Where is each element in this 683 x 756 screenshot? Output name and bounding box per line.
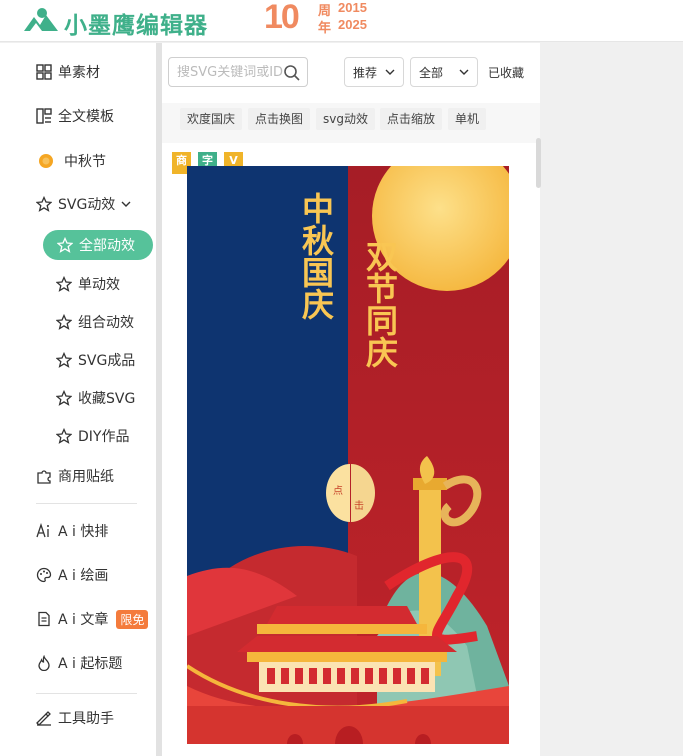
star-outline-icon <box>56 352 72 368</box>
search-icon[interactable] <box>283 64 301 82</box>
click-text-2: 击 <box>354 501 364 512</box>
sidebar-item-commercial-stickers[interactable]: 商用贴纸 <box>36 464 114 488</box>
doc-icon <box>38 611 50 627</box>
layout-icon <box>36 108 52 124</box>
filter-dropdown-value: 全部 <box>419 65 444 80</box>
sidebar-subitem-label: 全部动效 <box>79 238 135 254</box>
sidebar-item-label: 商用贴纸 <box>58 469 114 485</box>
filter-dropdown[interactable]: 全部 <box>410 57 478 87</box>
sidebar-item-label: A i 起标题 <box>58 656 123 672</box>
sidebar-item-label: 单素材 <box>58 65 100 81</box>
favorites-link[interactable]: 已收藏 <box>488 64 524 81</box>
star-outline-icon <box>56 314 72 330</box>
sidebar-item-label: A i 快排 <box>58 524 109 540</box>
sidebar-item-label: SVG动效 <box>58 197 116 213</box>
sort-dropdown[interactable]: 推荐 <box>344 57 404 87</box>
sidebar-subitem-svg-products[interactable]: SVG成品 <box>56 348 135 372</box>
sidebar-subitem-label: DIY作品 <box>78 429 130 445</box>
anniversary-year-end: 2025 <box>338 17 367 32</box>
sidebar-item-ai-layout[interactable]: A i 快排 <box>36 519 108 543</box>
free-badge: 限免 <box>116 609 149 629</box>
sidebar-item-label: A i 文章 <box>58 612 109 628</box>
star-outline-icon <box>56 428 72 444</box>
tool-icon <box>36 711 51 726</box>
anniversary-year-start: 2015 <box>338 0 367 15</box>
tag-chip[interactable]: 点击缩放 <box>380 108 443 130</box>
sidebar-subitem-label: 收藏SVG <box>78 391 136 407</box>
chevron-down-icon <box>385 69 395 75</box>
star-outline-icon <box>36 196 52 212</box>
poster-right-text: 双节同庆 <box>361 240 399 368</box>
sidebar-subitem-single-effect[interactable]: 单动效 <box>56 272 120 296</box>
panel-scrollbar[interactable] <box>536 138 541 188</box>
sidebar-item-mid-autumn[interactable]: 中秋节 <box>38 149 106 173</box>
tag-chip[interactable]: 欢度国庆 <box>180 108 243 130</box>
sidebar-subitem-combo-effect[interactable]: 组合动效 <box>56 310 134 334</box>
chevron-down-icon <box>459 69 469 75</box>
sidebar-item-label: 全文模板 <box>58 109 114 125</box>
sidebar-subitem-label: 组合动效 <box>78 315 134 331</box>
sidebar-item-full-template[interactable]: 全文模板 <box>36 104 114 128</box>
tag-chip[interactable]: 点击换图 <box>248 108 311 130</box>
sidebar-subitem-diy-works[interactable]: DIY作品 <box>56 424 129 448</box>
moon-dot-icon <box>39 154 53 168</box>
tag-chip[interactable]: 单机 <box>448 108 487 130</box>
sidebar-item-label: 中秋节 <box>64 154 106 170</box>
sidebar-item-ai-title[interactable]: A i 起标题 <box>36 651 122 675</box>
palette-icon <box>36 567 52 583</box>
search-input[interactable] <box>177 64 287 80</box>
eagle-logo-icon[interactable] <box>22 5 60 33</box>
sidebar-subitem-label: 单动效 <box>78 277 120 293</box>
tag-chip[interactable]: svg动效 <box>316 108 375 130</box>
anniversary-nian: 年 <box>318 21 332 36</box>
grid-icon <box>36 64 52 80</box>
click-text-1: 点 <box>333 486 343 497</box>
anniversary-number: 10 <box>264 0 300 36</box>
sort-dropdown-value: 推荐 <box>353 65 378 80</box>
sidebar-item-label: 工具助手 <box>58 711 114 727</box>
sidebar-subitem-all-effects[interactable]: 全部动效 <box>43 230 153 260</box>
sidebar-subitem-label: SVG成品 <box>78 353 136 369</box>
top-header: 小墨鹰编辑器 10 周 年 2015 2025 <box>0 0 683 42</box>
search-box <box>168 57 308 87</box>
poster-artwork <box>187 166 509 744</box>
sidebar-item-ai-article[interactable]: A i 文章 限免 <box>36 607 149 631</box>
brand-name[interactable]: 小墨鹰编辑器 <box>64 6 208 40</box>
ai-icon <box>36 523 49 538</box>
sidebar-item-tool-helper[interactable]: 工具助手 <box>36 706 114 730</box>
sidebar: 单素材 全文模板 中秋节 SVG动效 全部动效 单动效 组合动效 SVG成品 收… <box>0 43 156 756</box>
sidebar-divider <box>36 503 137 504</box>
poster-left-text: 中秋国庆 <box>297 192 335 320</box>
star-outline-icon <box>56 276 72 292</box>
sidebar-item-ai-painting[interactable]: A i 绘画 <box>36 563 108 587</box>
chevron-down-icon <box>121 201 131 207</box>
puzzle-icon <box>37 470 51 484</box>
sidebar-item-svg-effects[interactable]: SVG动效 <box>36 192 131 216</box>
flame-icon <box>38 655 50 671</box>
sidebar-divider <box>36 693 137 694</box>
sidebar-item-single-material[interactable]: 单素材 <box>36 60 100 84</box>
star-outline-icon <box>57 237 73 253</box>
star-outline-icon <box>56 390 72 406</box>
poster-preview[interactable]: 中秋国庆 双节同庆 点 击 <box>187 166 509 744</box>
sidebar-item-label: A i 绘画 <box>58 568 109 584</box>
sidebar-subitem-saved-svg[interactable]: 收藏SVG <box>56 386 135 410</box>
